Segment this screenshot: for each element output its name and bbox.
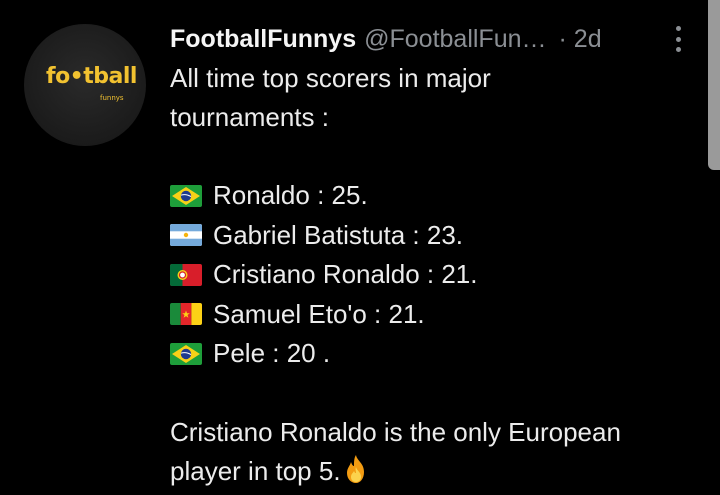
- tweet-text-line: Cristiano Ronaldo is the only European: [170, 417, 621, 447]
- tweet-text-line: player in top 5.: [170, 451, 369, 495]
- scrollbar[interactable]: [708, 0, 720, 170]
- list-item: Gabriel Batistuta : 23.: [170, 216, 477, 256]
- avatar-logo-sub: funnys: [100, 94, 124, 102]
- tweet-header: FootballFunnys @FootballFun… · 2d: [170, 22, 602, 56]
- argentina-flag-icon: [170, 224, 202, 247]
- list-item: Pele : 20 .: [170, 334, 477, 374]
- tweet-text-line: All time top scorers in major: [170, 63, 491, 93]
- cameroon-flag-icon: [170, 303, 202, 326]
- tweet-time[interactable]: · 2d: [559, 25, 602, 54]
- author-handle[interactable]: @FootballFun…: [364, 25, 546, 54]
- portugal-flag-icon: [170, 263, 202, 286]
- scorer-text: Pele : 20 .: [213, 338, 331, 369]
- avatar[interactable]: fo•tball funnys: [24, 24, 146, 146]
- list-item: Ronaldo : 25.: [170, 176, 477, 216]
- more-options-icon[interactable]: [670, 24, 686, 54]
- tweet-text-line: tournaments :: [170, 102, 329, 132]
- fire-icon: [343, 454, 369, 495]
- avatar-logo: fo•tball: [46, 64, 137, 89]
- scorers-list: Ronaldo : 25. Gabriel Batistuta : 23. Cr…: [170, 176, 477, 374]
- author-name[interactable]: FootballFunnys: [170, 25, 356, 54]
- scorer-text: Cristiano Ronaldo : 21.: [213, 259, 478, 290]
- scorer-text: Ronaldo : 25.: [213, 180, 368, 211]
- scorer-text: Gabriel Batistuta : 23.: [213, 219, 464, 250]
- tweet-text-fragment: player in top 5.: [170, 456, 341, 486]
- tweet[interactable]: fo•tball funnys FootballFunnys @Football…: [0, 0, 720, 495]
- brazil-flag-icon: [170, 184, 202, 207]
- scorer-text: Samuel Eto'o : 21.: [213, 298, 425, 329]
- brazil-flag-icon: [170, 342, 202, 365]
- list-item: Samuel Eto'o : 21.: [170, 295, 477, 335]
- list-item: Cristiano Ronaldo : 21.: [170, 255, 477, 295]
